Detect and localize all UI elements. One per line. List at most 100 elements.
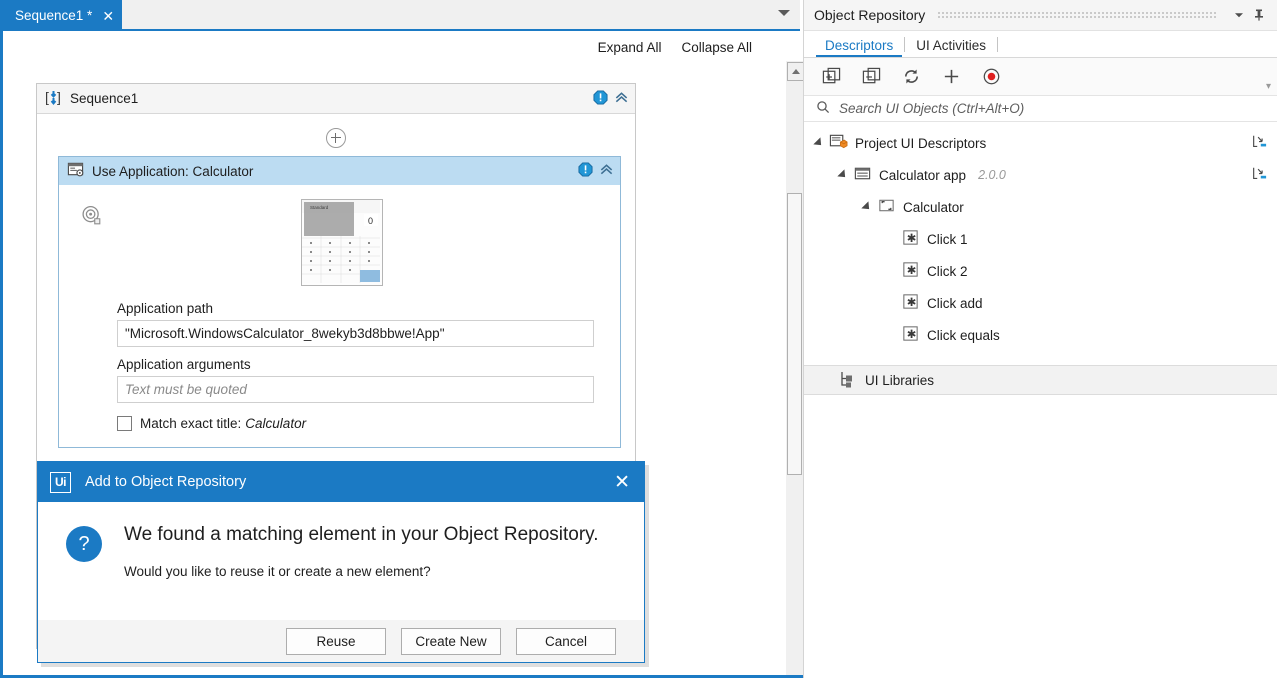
use-application-icon [67, 161, 84, 181]
ui-libraries-label: UI Libraries [865, 373, 934, 388]
info-badge-icon[interactable] [578, 162, 593, 180]
tree-item-label: Calculator app [879, 168, 966, 183]
tree-item-click-equals[interactable]: ✱ Click equals [804, 319, 1277, 351]
dialog-title-bar: Ui Add to Object Repository ✕ [38, 462, 644, 502]
record-icon[interactable] [976, 64, 1007, 90]
activity-use-application[interactable]: Use Application: Calculator [58, 156, 621, 448]
activity-header[interactable]: Use Application: Calculator [59, 157, 620, 185]
plus-circle-icon[interactable] [326, 128, 346, 148]
calculator-screenshot-thumbnail: 0 Standard [301, 199, 383, 286]
collapse-all-link[interactable]: Collapse All [681, 40, 752, 55]
tree-item-label: Click add [927, 296, 983, 311]
object-repository-header: Object Repository [804, 0, 1277, 31]
tree-item-label: Click 1 [927, 232, 968, 247]
project-descriptors-icon [829, 132, 848, 154]
add-to-object-repository-dialog: Ui Add to Object Repository ✕ ? We found… [37, 461, 645, 663]
svg-text:✱: ✱ [907, 233, 917, 245]
tree-item-click-add[interactable]: ✱ Click add [804, 287, 1277, 319]
screen-icon [877, 196, 896, 218]
double-chevron-up-icon[interactable] [614, 90, 629, 108]
svg-text:Standard: Standard [310, 205, 329, 210]
pin-icon[interactable] [1249, 5, 1269, 25]
tab-separator [904, 37, 905, 52]
scrollbar-thumb[interactable] [787, 193, 802, 475]
expand-triangle-icon[interactable] [837, 169, 848, 180]
tree-item-label: Click 2 [927, 264, 968, 279]
match-exact-title-label: Match exact title: [140, 416, 241, 431]
create-new-button[interactable]: Create New [401, 628, 501, 655]
designer-vertical-scrollbar[interactable] [785, 61, 803, 675]
element-icon: ✱ [901, 260, 920, 282]
activity-title: Use Application: Calculator [92, 164, 253, 179]
svg-text:✱: ✱ [907, 297, 917, 309]
application-path-input[interactable]: "Microsoft.WindowsCalculator_8wekyb3d8bb… [117, 320, 594, 347]
expand-all-link[interactable]: Expand All [598, 40, 662, 55]
cancel-button[interactable]: Cancel [516, 628, 616, 655]
tab-separator [997, 37, 998, 52]
svg-text:0: 0 [368, 216, 373, 226]
search-icon [816, 100, 830, 117]
match-exact-title-value: Calculator [245, 416, 306, 431]
add-activity-row[interactable] [37, 128, 635, 156]
tree-item-click-2[interactable]: ✱ Click 2 [804, 255, 1277, 287]
designer-tabstrip: Sequence1 * ✕ [3, 0, 800, 31]
app-icon [853, 164, 872, 186]
expand-triangle-icon[interactable] [813, 137, 824, 148]
tree-item-calculator[interactable]: Calculator [804, 191, 1277, 223]
ui-libraries-section[interactable]: UI Libraries [804, 365, 1277, 395]
panel-drag-handle[interactable] [937, 11, 1217, 20]
dialog-message: Would you like to reuse it or create a n… [124, 564, 599, 579]
match-exact-title-checkbox[interactable] [117, 416, 132, 431]
element-icon: ✱ [901, 228, 920, 250]
search-input[interactable] [837, 100, 1277, 117]
uipath-studio-window: Sequence1 * ✕ Expand All Collapse All [ … [0, 0, 1277, 678]
expand-all-icon[interactable] [816, 64, 847, 90]
sequence-icon: [ ] [45, 89, 62, 109]
chevron-down-icon[interactable] [1229, 5, 1249, 25]
svg-text:✱: ✱ [907, 265, 917, 277]
double-chevron-up-icon[interactable] [599, 162, 614, 180]
sequence-title: Sequence1 [70, 91, 138, 106]
element-icon: ✱ [901, 324, 920, 346]
go-to-icon[interactable] [1251, 134, 1267, 153]
tree-item-project-ui-descriptors[interactable]: Project UI Descriptors [804, 127, 1277, 159]
object-repository-toolbar: ▾ [804, 58, 1277, 96]
reuse-button[interactable]: Reuse [286, 628, 386, 655]
dialog-footer: Reuse Create New Cancel [38, 620, 644, 662]
indicate-target-icon[interactable] [81, 205, 103, 230]
close-icon[interactable]: ✕ [614, 473, 630, 492]
object-repository-panel: Object Repository Descriptors UI Activit… [803, 0, 1277, 678]
dialog-title: Add to Object Repository [85, 474, 246, 490]
tree-item-label: Calculator [903, 200, 964, 215]
application-path-label: Application path [117, 301, 620, 316]
expand-triangle-icon[interactable] [861, 201, 872, 212]
info-badge-icon[interactable] [593, 90, 608, 108]
search-ui-objects-row[interactable] [804, 96, 1277, 122]
chevron-down-icon[interactable] [778, 10, 790, 16]
overflow-chevron-icon[interactable]: ▾ [1266, 81, 1271, 92]
dialog-text-block: We found a matching element in your Obje… [124, 524, 599, 620]
ui-libraries-icon [838, 370, 856, 391]
element-icon: ✱ [901, 292, 920, 314]
go-to-icon[interactable] [1251, 166, 1267, 185]
sequence-header[interactable]: [ ] Sequence1 [37, 84, 635, 114]
triangle-up-icon [792, 69, 800, 74]
tab-descriptors[interactable]: Descriptors [816, 38, 902, 57]
scroll-up-button[interactable] [787, 62, 804, 81]
object-repository-tabs: Descriptors UI Activities [804, 31, 1277, 58]
svg-text:]: ] [57, 89, 61, 105]
collapse-all-icon[interactable] [856, 64, 887, 90]
target-preview-row: 0 Standard [59, 197, 620, 301]
match-exact-title-row[interactable]: Match exact title: Calculator [117, 416, 620, 431]
add-icon[interactable] [936, 64, 967, 90]
tab-sequence1[interactable]: Sequence1 * ✕ [3, 0, 122, 31]
application-arguments-input[interactable]: Text must be quoted [117, 376, 594, 403]
refresh-icon[interactable] [896, 64, 927, 90]
tree-item-click-1[interactable]: ✱ Click 1 [804, 223, 1277, 255]
tab-label: Sequence1 * [15, 8, 92, 23]
close-icon[interactable]: ✕ [102, 9, 114, 23]
tree-item-calculator-app[interactable]: Calculator app 2.0.0 [804, 159, 1277, 191]
svg-text:✱: ✱ [907, 329, 917, 341]
dialog-body: ? We found a matching element in your Ob… [38, 502, 644, 620]
tab-ui-activities[interactable]: UI Activities [907, 38, 995, 57]
